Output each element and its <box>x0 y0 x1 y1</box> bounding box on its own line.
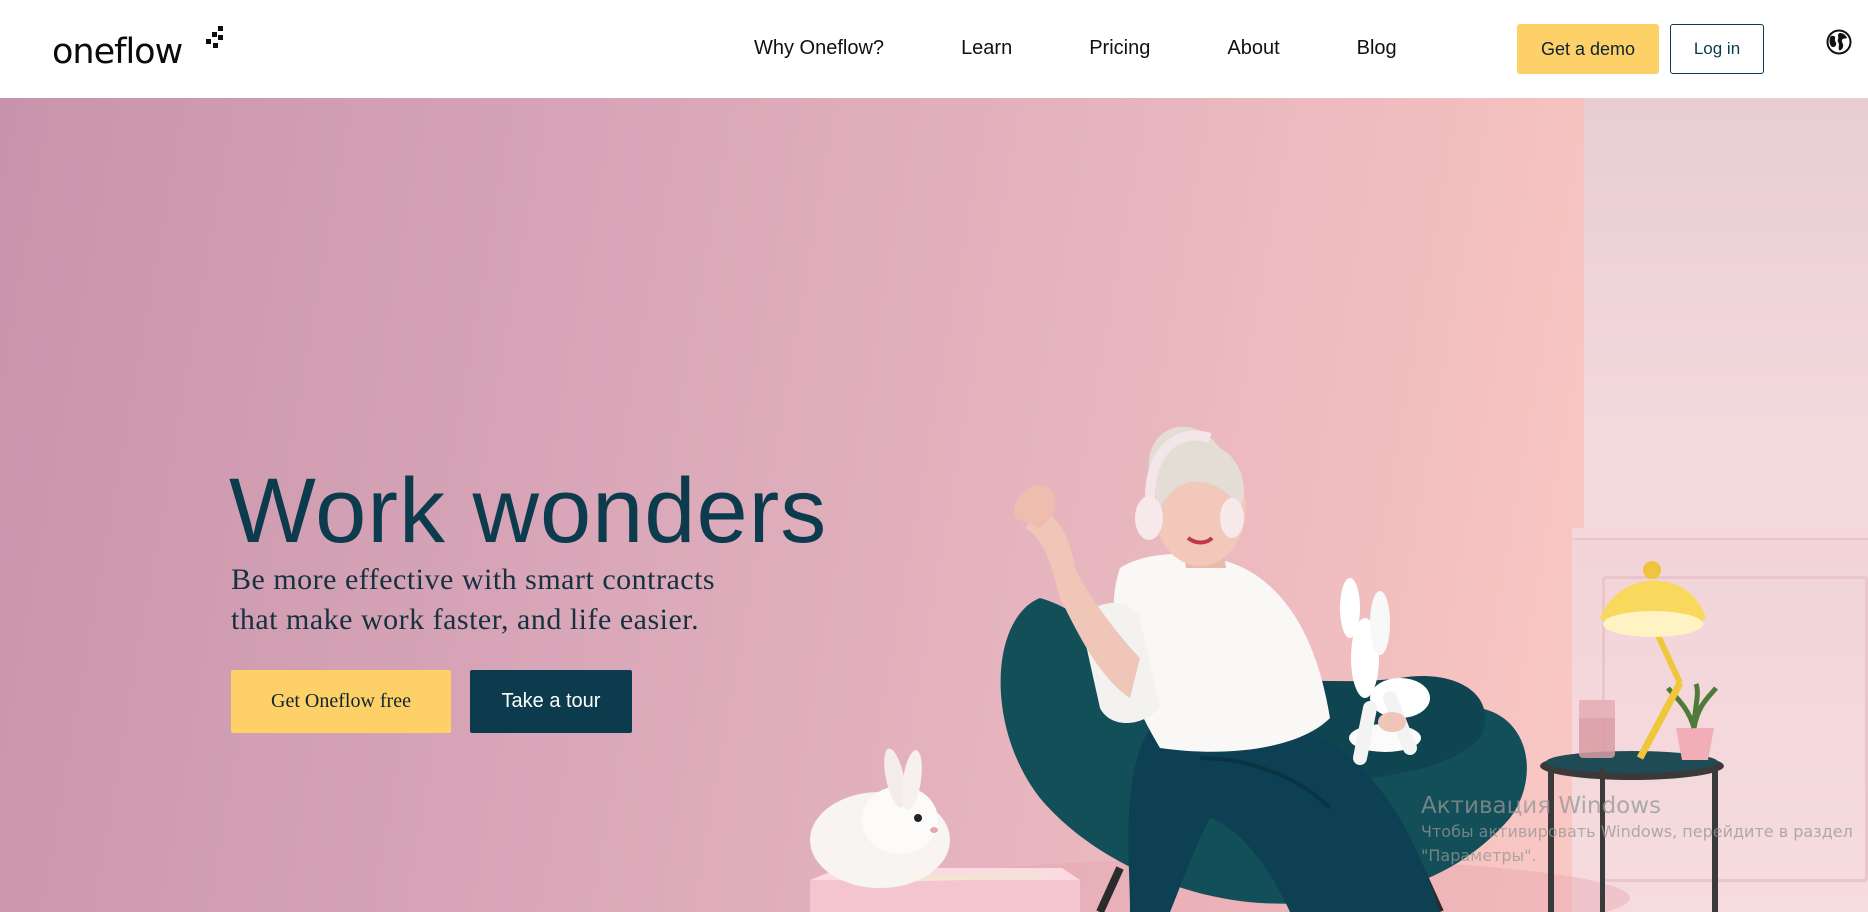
take-a-tour-button[interactable]: Take a tour <box>470 670 632 733</box>
globe-icon[interactable] <box>1826 29 1852 55</box>
get-demo-button[interactable]: Get a demo <box>1517 24 1659 74</box>
windows-activation-watermark: Активация Windows Чтобы активировать Win… <box>1421 792 1861 868</box>
nav-item-why-oneflow[interactable]: Why Oneflow? <box>754 36 884 60</box>
watermark-line-1: Чтобы активировать Windows, перейдите в … <box>1421 822 1853 841</box>
main-nav: Why Oneflow? Learn Pricing About Blog <box>754 36 1397 60</box>
oneflow-logo[interactable]: oneflow <box>52 20 223 72</box>
get-oneflow-free-button[interactable]: Get Oneflow free <box>231 670 451 733</box>
hero-section: Work wonders Be more effective with smar… <box>0 98 1868 912</box>
hero-subtitle-line-2: that make work faster, and life easier. <box>231 603 700 636</box>
nav-item-pricing[interactable]: Pricing <box>1089 36 1150 60</box>
login-button[interactable]: Log in <box>1670 24 1764 74</box>
hero-subtitle: Be more effective with smart contracts t… <box>231 560 791 640</box>
site-header: oneflow Why Oneflow? Learn Pricing About… <box>0 0 1868 98</box>
hero-title: Work wonders <box>229 460 828 562</box>
logo-text: oneflow <box>52 32 183 72</box>
logo-pixel-icon <box>206 26 223 48</box>
nav-item-blog[interactable]: Blog <box>1357 36 1397 60</box>
nav-item-learn[interactable]: Learn <box>961 36 1012 60</box>
hero-subtitle-line-1: Be more effective with smart contracts <box>231 563 716 596</box>
rabbit <box>810 748 950 888</box>
watermark-line-2: "Параметры". <box>1421 846 1537 865</box>
watermark-title: Активация Windows <box>1421 793 1662 819</box>
nav-item-about[interactable]: About <box>1227 36 1279 60</box>
